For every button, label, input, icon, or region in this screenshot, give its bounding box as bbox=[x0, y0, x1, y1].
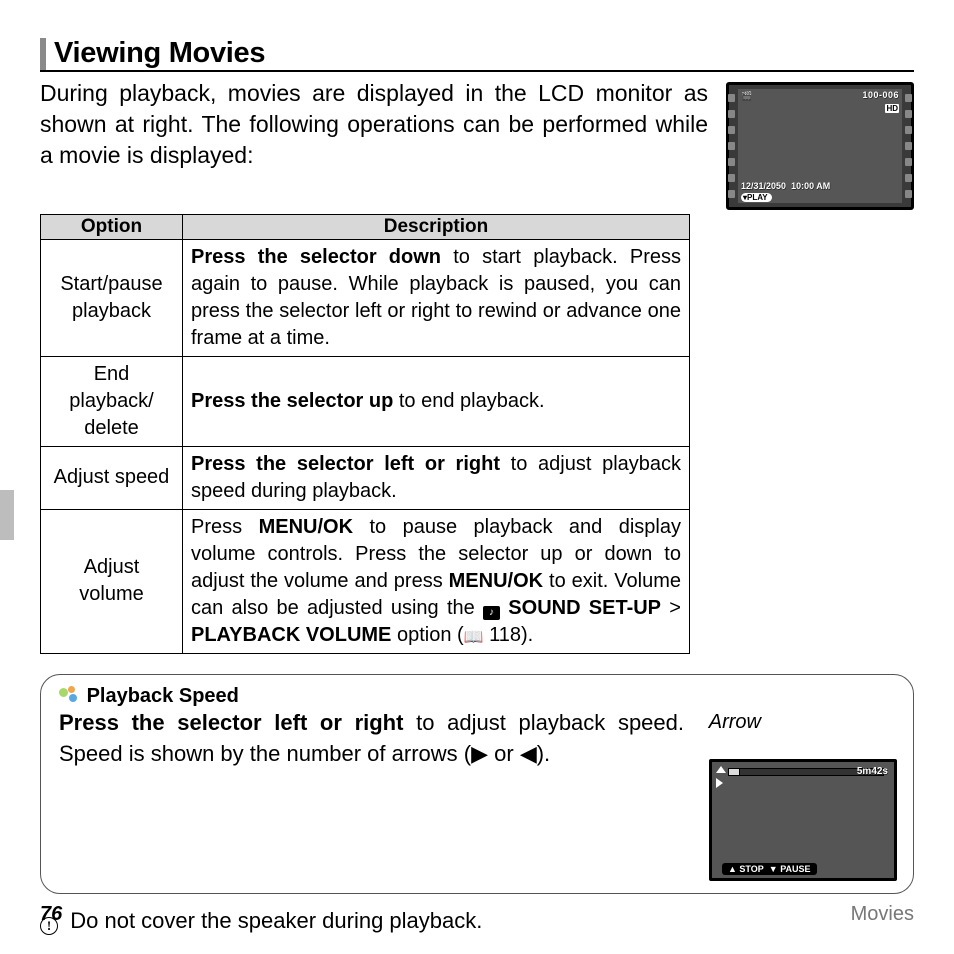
page-footer: 76 Movies bbox=[40, 903, 914, 926]
operations-table: Option Description Start/pause playback … bbox=[40, 214, 690, 654]
opt-start-pause: Start/pause playback bbox=[41, 239, 183, 356]
movie-icon: 🎬 bbox=[741, 91, 752, 102]
play-indicator: ▾PLAY bbox=[741, 193, 772, 202]
lcd-speed-preview: 5m42s ▲ STOP ▼ PAUSE bbox=[709, 759, 897, 881]
table-row: End playback/ delete Press the selector … bbox=[41, 356, 690, 446]
section-name: Movies bbox=[851, 903, 914, 926]
table-row: Start/pause playback Press the selector … bbox=[41, 239, 690, 356]
page-title: Viewing Movies bbox=[40, 38, 914, 70]
playback-speed-box: Playback Speed Press the selector left o… bbox=[40, 674, 914, 894]
arrow-callout-label: Arrow bbox=[709, 711, 761, 734]
lcd-datetime: 12/31/2050 10:00 AM bbox=[741, 181, 830, 191]
table-row: Adjust volume Press MENU/OK to pause pla… bbox=[41, 509, 690, 653]
opt-speed: Adjust speed bbox=[41, 446, 183, 509]
hd-badge: HD bbox=[885, 104, 899, 113]
lcd2-time: 5m42s bbox=[857, 766, 888, 777]
col-option: Option bbox=[41, 214, 183, 239]
page-ref-icon: 📖 bbox=[464, 627, 484, 649]
desc-end: Press the selector up to end playback. bbox=[183, 356, 690, 446]
table-header-row: Option Description bbox=[41, 214, 690, 239]
page-number: 76 bbox=[40, 903, 62, 926]
arrow-right-icon: ▶ bbox=[471, 741, 488, 766]
desc-volume: Press MENU/OK to pause playback and disp… bbox=[183, 509, 690, 653]
intro-paragraph: During playback, movies are displayed in… bbox=[40, 78, 708, 171]
col-description: Description bbox=[183, 214, 690, 239]
bubbles-icon bbox=[59, 686, 81, 704]
speed-box-body: Press the selector left or right to adju… bbox=[59, 708, 684, 770]
opt-end: End playback/ delete bbox=[41, 356, 183, 446]
frame-number: 100-006 bbox=[862, 90, 899, 100]
opt-volume: Adjust volume bbox=[41, 509, 183, 653]
table-row: Adjust speed Press the selector left or … bbox=[41, 446, 690, 509]
lcd-preview: 🎬 100-006 HD 12/31/2050 10:00 AM ▾PLAY /… bbox=[726, 82, 914, 210]
sound-icon: ♪ bbox=[483, 606, 500, 620]
desc-speed: Press the selector left or right to adju… bbox=[183, 446, 690, 509]
desc-start-pause: Press the selector down to start playbac… bbox=[183, 239, 690, 356]
lcd2-controls: ▲ STOP ▼ PAUSE bbox=[722, 863, 817, 875]
speed-box-title: Playback Speed bbox=[87, 685, 239, 707]
arrow-left-icon: ◀ bbox=[520, 741, 537, 766]
